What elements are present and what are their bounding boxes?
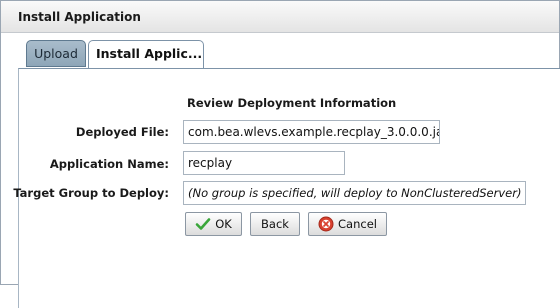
back-button[interactable]: Back <box>250 212 300 236</box>
application-name-field[interactable]: recplay <box>183 151 345 175</box>
check-icon <box>195 216 211 232</box>
cancel-button[interactable]: Cancel <box>308 212 387 236</box>
tab-install-application[interactable]: Install Applic... <box>88 40 204 69</box>
deployed-file-field[interactable]: com.bea.wlevs.example.recplay_3.0.0.0.ja… <box>183 120 440 144</box>
target-group-label: Target Group to Deploy: <box>13 186 169 200</box>
application-name-label: Application Name: <box>49 157 169 171</box>
title-bar: Install Application <box>1 1 559 33</box>
section-heading: Review Deployment Information <box>187 96 397 110</box>
cancel-icon <box>318 216 334 232</box>
ok-button-label: OK <box>215 217 232 231</box>
cancel-button-label: Cancel <box>338 217 377 231</box>
install-application-window: Install Application Upload Install Appli… <box>0 0 560 308</box>
deployed-file-label: Deployed File: <box>75 125 169 139</box>
target-group-field: (No group is specified, will deploy to N… <box>183 181 526 205</box>
ok-button[interactable]: OK <box>185 212 242 236</box>
back-button-label: Back <box>261 217 289 231</box>
window-title: Install Application <box>18 10 141 24</box>
tab-upload[interactable]: Upload <box>26 40 86 67</box>
